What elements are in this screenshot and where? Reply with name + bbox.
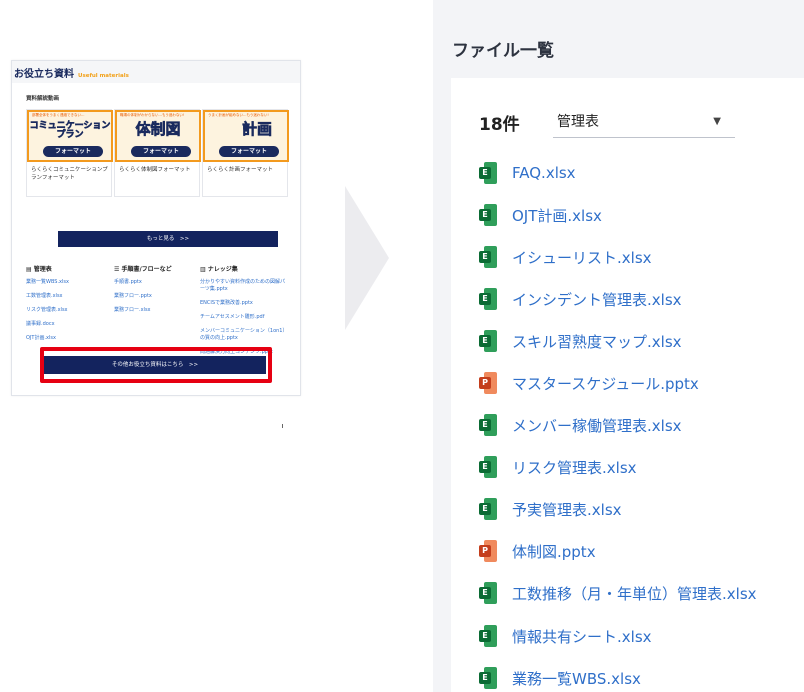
file-item[interactable]: P マスタースケジュール.pptx [479, 369, 699, 397]
material-link[interactable]: 業務フロー.xlsx [114, 307, 200, 314]
more-button[interactable]: もっと見る >> [58, 231, 278, 247]
excel-file-icon: E [479, 456, 497, 478]
file-item[interactable]: E 工数推移（月・年単位）管理表.xlsx [479, 579, 757, 607]
file-item[interactable]: E 予実管理表.xlsx [479, 495, 622, 523]
material-link[interactable]: 業務一覧WBS.xlsx [26, 279, 112, 286]
video-format-pill: フォーマット [43, 146, 103, 157]
column-title: 手順書/フローなど [121, 266, 172, 273]
file-name[interactable]: OJT計画.xlsx [512, 205, 602, 226]
excel-file-icon: E [479, 625, 497, 647]
material-column-management: ▤ 管理表 業務一覧WBS.xlsx 工数管理表.xlsx リスク管理表.xls… [26, 264, 112, 349]
material-link[interactable]: 分かりやすい資料作成のための図解パーツ集.pptx [200, 279, 288, 293]
material-link[interactable]: ENCISで業務改善.pptx [200, 300, 288, 307]
file-name[interactable]: スキル習熟度マップ.xlsx [512, 331, 682, 352]
thumbnail-header: お役立ち資料 Useful materials [12, 61, 300, 83]
video-label: らくらく体制図フォーマット [119, 167, 191, 173]
materials-thumbnail: お役立ち資料 Useful materials 資料解説動画 部署全体をうまく連… [11, 60, 301, 396]
file-item[interactable]: E メンバー稼働管理表.xlsx [479, 411, 682, 439]
material-link[interactable]: 手順書.pptx [114, 279, 200, 286]
video-big-text: 体制図 [135, 120, 181, 138]
file-name[interactable]: 業務一覧WBS.xlsx [512, 668, 641, 689]
video-top-text: 部署全体をうまく連絡できない… [32, 113, 85, 117]
file-name[interactable]: 体制図.pptx [512, 541, 596, 562]
video-label: らくらくコミュニケーションプランフォーマット [31, 167, 108, 181]
book-icon: ▥ [200, 266, 208, 273]
panel-title: ファイル一覧 [452, 41, 554, 61]
video-top-text: うまく計画が組めない…もう迷わない! [208, 113, 269, 117]
material-link[interactable]: メンバーコミュニケーション（1on1）の質の向上.pptx [200, 328, 288, 342]
file-list-card: 18件 管理表 ▼ E FAQ.xlsx E OJT計画.xlsx E イシュー… [451, 78, 804, 692]
video-card[interactable]: うまく計画が組めない…もう迷わない! 計画 フォーマット らくらく計画フォーマッ… [202, 109, 289, 197]
excel-file-icon: E [479, 330, 497, 352]
video-thumbnail: 部署全体をうまく連絡できない… コミュニケーション プラン フォーマット [27, 110, 113, 162]
excel-file-icon: E [479, 162, 497, 184]
category-select[interactable]: 管理表 ▼ [553, 106, 735, 138]
file-name[interactable]: FAQ.xlsx [512, 164, 576, 182]
video-thumbnail: 職場の体制がわからない…もう迷わない! 体制図 フォーマット [115, 110, 201, 162]
file-name[interactable]: 予実管理表.xlsx [512, 499, 622, 520]
file-name[interactable]: 情報共有シート.xlsx [512, 626, 652, 647]
column-title: ナレッジ集 [207, 266, 238, 273]
video-thumbnail: うまく計画が組めない…もう迷わない! 計画 フォーマット [203, 110, 289, 162]
file-item[interactable]: E インシデント管理表.xlsx [479, 285, 682, 313]
file-name[interactable]: インシデント管理表.xlsx [512, 289, 682, 310]
document-icon: ▤ [26, 266, 34, 273]
file-count: 18件 [479, 115, 520, 135]
file-name[interactable]: リスク管理表.xlsx [512, 457, 637, 478]
thumbnail-body: 資料解説動画 部署全体をうまく連絡できない… コミュニケーション プラン フォー… [24, 85, 290, 389]
material-link[interactable]: OJT計画.xlsx [26, 335, 112, 342]
excel-file-icon: E [479, 288, 497, 310]
video-top-text: 職場の体制がわからない…もう迷わない! [120, 113, 185, 117]
video-big-text: コミュニケーション プラン [29, 121, 111, 140]
video-format-pill: フォーマット [219, 146, 279, 157]
material-link[interactable]: 業務フロー.pptx [114, 293, 200, 300]
file-name[interactable]: マスタースケジュール.pptx [512, 373, 699, 394]
video-big-text: 計画 [241, 120, 273, 138]
thumbnail-subtitle: Useful materials [78, 73, 129, 79]
file-item[interactable]: E FAQ.xlsx [479, 159, 576, 187]
file-item[interactable]: E 業務一覧WBS.xlsx [479, 664, 641, 692]
file-item[interactable]: E OJT計画.xlsx [479, 201, 602, 229]
material-link[interactable]: リスク管理表.xlsx [26, 307, 112, 314]
material-link[interactable]: 議事録.docx [26, 321, 112, 328]
arrow-right-icon [345, 186, 389, 330]
excel-file-icon: E [479, 414, 497, 436]
powerpoint-file-icon: P [479, 540, 497, 562]
excel-file-icon: E [479, 204, 497, 226]
video-format-pill: フォーマット [131, 146, 191, 157]
video-section-title: 資料解説動画 [26, 96, 60, 102]
powerpoint-file-icon: P [479, 372, 497, 394]
excel-file-icon: E [479, 582, 497, 604]
category-select-value: 管理表 [557, 114, 599, 130]
excel-file-icon: E [479, 246, 497, 268]
caret-down-icon: ▼ [713, 116, 721, 127]
file-item[interactable]: E スキル習熟度マップ.xlsx [479, 327, 682, 355]
file-list-panel: ファイル一覧 18件 管理表 ▼ E FAQ.xlsx E OJT計画.xlsx… [433, 0, 804, 692]
file-name[interactable]: イシューリスト.xlsx [512, 247, 652, 268]
file-name[interactable]: 工数推移（月・年単位）管理表.xlsx [512, 583, 757, 604]
material-link[interactable]: チームアセスメント雛形.pdf [200, 314, 288, 321]
file-name[interactable]: メンバー稼働管理表.xlsx [512, 415, 682, 436]
file-item[interactable]: E リスク管理表.xlsx [479, 453, 637, 481]
file-item[interactable]: E 情報共有シート.xlsx [479, 622, 652, 650]
material-link[interactable]: 工数管理表.xlsx [26, 293, 112, 300]
column-title: 管理表 [33, 266, 52, 273]
thumbnail-title: お役立ち資料 [14, 69, 74, 80]
file-item[interactable]: E イシューリスト.xlsx [479, 243, 652, 271]
divider-mark [282, 424, 283, 428]
file-item[interactable]: P 体制図.pptx [479, 537, 596, 565]
material-column-procedures: ☰ 手順書/フローなど 手順書.pptx 業務フロー.pptx 業務フロー.xl… [114, 264, 200, 321]
video-label: らくらく計画フォーマット [207, 167, 274, 173]
excel-file-icon: E [479, 667, 497, 689]
other-materials-button[interactable]: その他お役立ち資料はこちら >> [44, 356, 266, 374]
video-card[interactable]: 職場の体制がわからない…もう迷わない! 体制図 フォーマット らくらく体制図フォ… [114, 109, 201, 197]
excel-file-icon: E [479, 498, 497, 520]
video-card[interactable]: 部署全体をうまく連絡できない… コミュニケーション プラン フォーマット らくら… [26, 109, 113, 197]
